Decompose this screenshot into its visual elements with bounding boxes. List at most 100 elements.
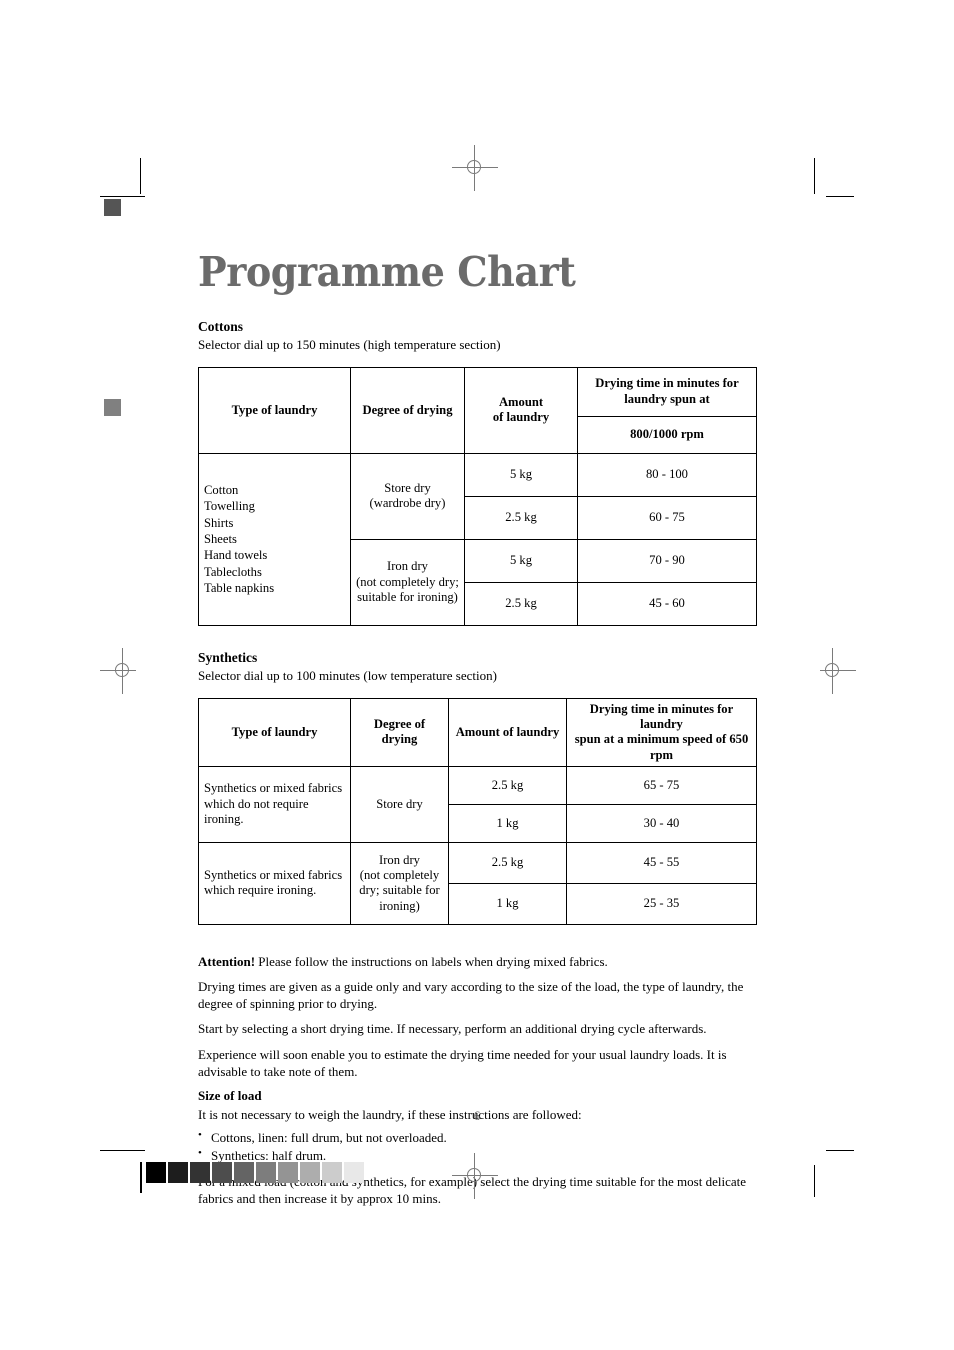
attention-text: Please follow the instructions on labels… [255,953,608,969]
page-title: Programme Chart [198,248,576,296]
cell-amount: 1 kg [448,882,567,925]
table-row: Cotton Towelling Shirts Sheets Hand towe… [198,452,757,626]
section-subheading-cottons: Selector dial up to 150 minutes (high te… [198,336,501,352]
laundry-type-item: Towelling [204,499,255,514]
header-amount-of-laundry: Amount of laundry [448,697,567,767]
attention-note: Attention! Please follow the instruction… [198,953,758,970]
table-row: Synthetics or mixed fabrics which do not… [198,765,757,843]
type-line-2: which do not require [204,796,309,811]
laundry-type-item: Tablecloths [204,564,262,579]
section-heading-cottons: Cottons [198,319,244,334]
cell-drying-time: 65 - 75 [566,765,757,805]
table-header-row: Type of laundry Degree of drying Amount … [198,697,757,767]
type-line-1: Synthetics or mixed fabrics [204,868,343,883]
degree-line-2: (wardrobe dry) [369,496,446,511]
crop-mark-bottom-left-horizontal [100,1150,145,1151]
note-short-drying-time: Start by selecting a short drying time. … [198,1021,707,1037]
content-area: Programme Chart Cottons Selector dial up… [198,252,758,1215]
attention-label: Attention! [198,953,256,969]
header-drying-time: Drying time in minutes for laundry spun … [577,366,757,417]
crop-mark-bottom-right-vertical [814,1165,815,1197]
header-amount-line2: of laundry [492,410,550,425]
degree-line-1: Store dry [376,796,423,811]
type-line-1: Synthetics or mixed fabrics [204,781,343,796]
gray-swatch [212,1162,232,1183]
registration-mark-right-center [810,648,856,694]
cell-amount: 2.5 kg [448,841,567,884]
list-item: Cottons, linen: full drum, but not overl… [198,1128,758,1147]
degree-line-1: Store dry [384,480,431,495]
document-page: Programme Chart Cottons Selector dial up… [0,0,954,1350]
laundry-type-item: Shirts [204,515,234,530]
gray-swatch [344,1162,364,1183]
crop-mark-bottom-right-horizontal [826,1150,854,1151]
cell-degree-store-dry: Store dry (wardrobe dry) [350,452,465,540]
degree-line-2: (not completely [359,868,440,883]
cottons-programme-table: Type of laundry Degree of drying Amount … [198,366,757,626]
subheading-size-of-load: Size of load [198,1087,262,1103]
degree-line-1: Iron dry [387,559,428,574]
header-degree-of-drying: Degree of drying [350,697,449,767]
crop-mark-top-right-horizontal [826,196,854,197]
gray-swatch [234,1162,254,1183]
gray-swatch [190,1162,210,1183]
cell-amount: 2.5 kg [464,581,578,626]
header-drying-time-line1: Drying time in minutes for laundry [589,701,734,731]
type-line-2: which require ironing. [204,883,317,898]
crop-mark-top-left-vertical [140,158,141,194]
laundry-type-item: Table napkins [204,581,275,596]
header-type-of-laundry: Type of laundry [198,697,351,767]
degree-line-3: dry; suitable for [359,883,440,898]
degree-line-1: Iron dry [379,852,420,867]
type-line-3: ironing. [204,812,244,827]
laundry-type-item: Sheets [204,532,237,547]
cell-laundry-type-no-ironing: Synthetics or mixed fabrics which do not… [198,765,351,843]
cell-amount: 2.5 kg [448,765,567,805]
section-heading-synthetics: Synthetics [198,649,258,665]
margin-square-dark [104,199,121,216]
margin-square-light [104,399,121,416]
cell-drying-time: 60 - 75 [577,495,757,540]
degree-line-4: ironing) [379,898,420,913]
gray-swatch [146,1162,166,1183]
note-drying-times-guide: Drying times are given as a guide only a… [198,979,744,1012]
header-drying-time-line2: spun at a minimum speed of 650 rpm [574,732,749,762]
gray-swatch [300,1162,320,1183]
crop-mark-top-left-horizontal [100,196,145,197]
gray-swatch [278,1162,298,1183]
cell-amount: 5 kg [464,538,578,583]
cell-amount: 5 kg [464,452,578,497]
cell-drying-time: 70 - 90 [577,538,757,583]
degree-line-2: (not completely dry; [356,574,459,589]
cell-degree-iron-dry: Iron dry (not completely dry; suitable f… [350,841,449,925]
cell-amount: 2.5 kg [464,495,578,540]
header-spin-speed: 800/1000 rpm [577,415,757,454]
registration-mark-left-center [100,648,146,694]
cell-drying-time: 25 - 35 [566,882,757,925]
page-number: 6 [473,1108,481,1123]
cell-laundry-types: Cotton Towelling Shirts Sheets Hand towe… [198,452,351,626]
table-header-row: Type of laundry Degree of drying Amount … [198,366,757,454]
registration-mark-bottom-center [452,1153,498,1199]
cell-drying-time: 45 - 55 [566,841,757,884]
header-drying-time-line2: laundry spun at [624,391,710,406]
laundry-type-item: Cotton [204,483,239,497]
laundry-type-item: Hand towels [204,548,268,563]
header-amount-of-laundry: Amount of laundry [464,366,578,454]
crop-mark-top-right-vertical [814,158,815,194]
header-amount-line1: Amount [498,394,544,409]
cell-degree-iron-dry: Iron dry (not completely dry; suitable f… [350,538,465,626]
header-drying-time: Drying time in minutes for laundry spun … [566,697,757,767]
registration-mark-top-center [452,145,498,191]
cell-drying-time: 45 - 60 [577,581,757,626]
header-type-of-laundry: Type of laundry [198,366,351,454]
cell-degree-store-dry: Store dry [350,765,449,843]
note-experience: Experience will soon enable you to estim… [198,1046,727,1079]
strip-rule [140,1162,142,1193]
gray-swatch [168,1162,188,1183]
cell-drying-time: 80 - 100 [577,452,757,497]
header-degree-of-drying: Degree of drying [350,366,465,454]
cell-laundry-type-ironing: Synthetics or mixed fabrics which requir… [198,841,351,925]
cell-drying-time: 30 - 40 [566,803,757,843]
gray-swatch [256,1162,276,1183]
